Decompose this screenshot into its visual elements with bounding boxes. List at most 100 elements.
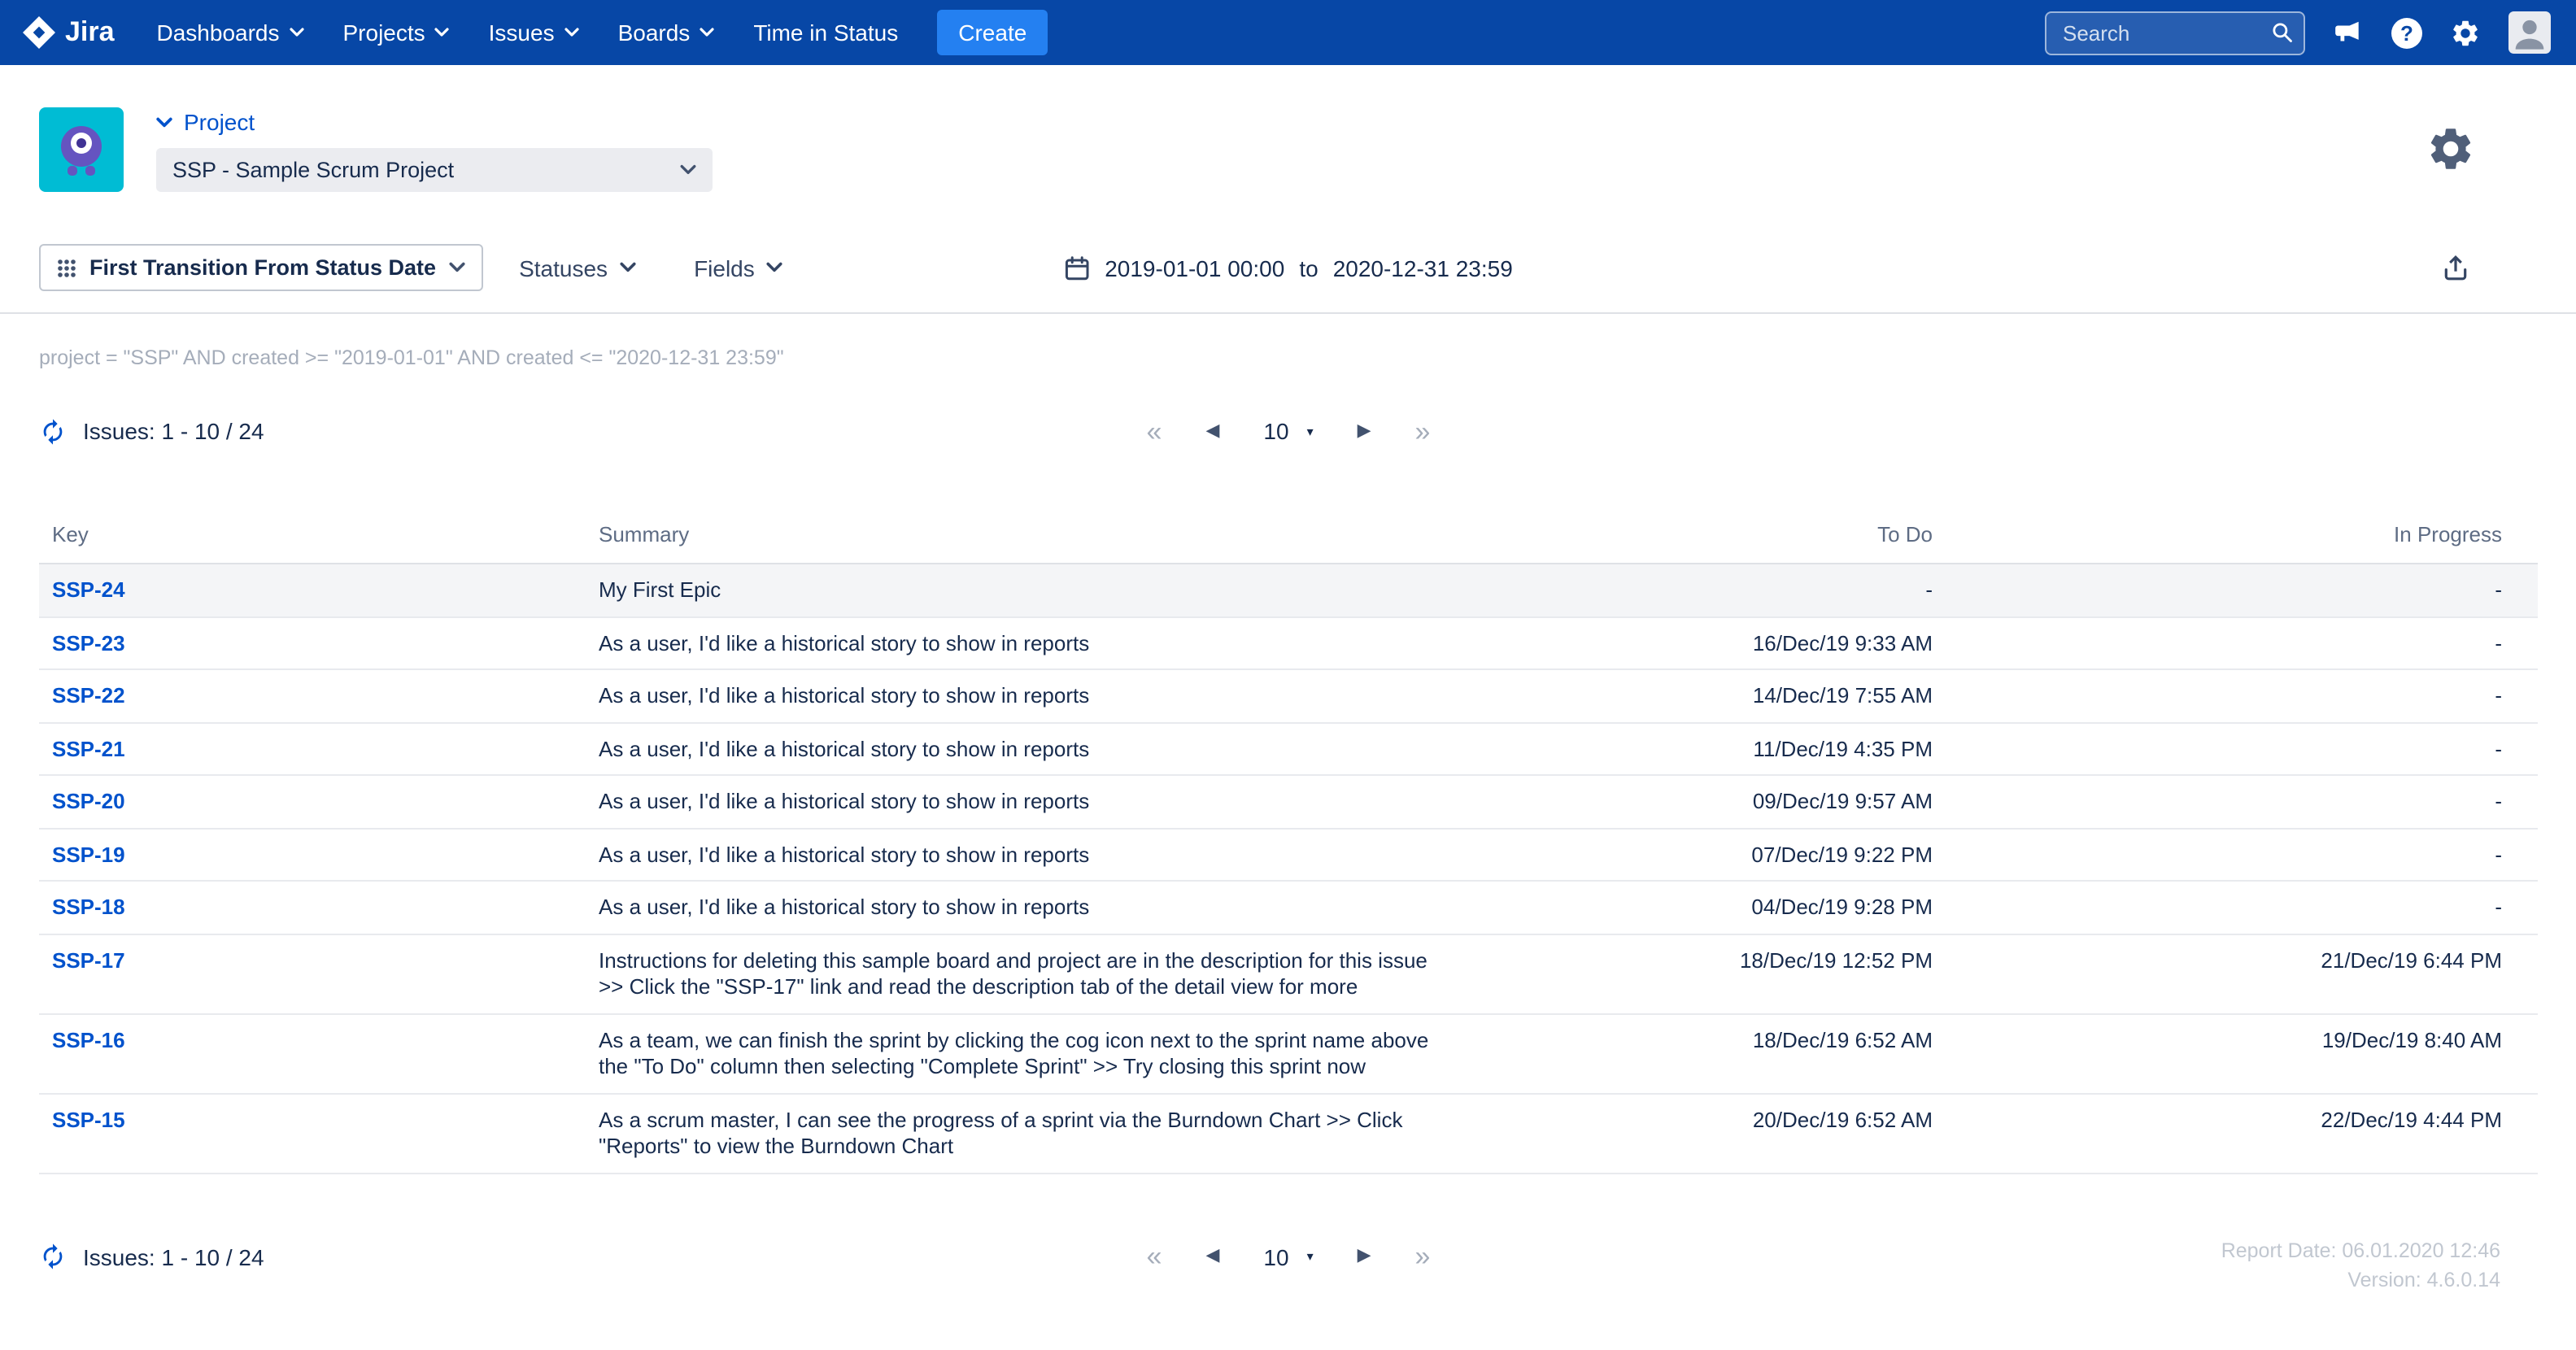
pagination: « ◀ 10 ▾ ▶ » <box>1147 417 1431 445</box>
todo-date: - <box>1448 564 1933 616</box>
inprogress-date: 22/Dec/19 4:44 PM <box>1933 1093 2538 1173</box>
issue-summary: As a user, I'd like a historical story t… <box>586 828 1448 881</box>
issue-key-link[interactable]: SSP-21 <box>52 736 125 760</box>
create-button[interactable]: Create <box>937 10 1048 55</box>
nav-right-cluster: ? <box>2045 11 2551 54</box>
refresh-icon[interactable] <box>39 1243 67 1270</box>
calendar-icon <box>1064 255 1090 281</box>
issue-key-link[interactable]: SSP-22 <box>52 683 125 708</box>
column-header-summary[interactable]: Summary <box>586 512 1448 564</box>
table-header-row: Key Summary To Do In Progress <box>39 512 2538 564</box>
first-page-button[interactable]: « <box>1147 1243 1162 1270</box>
inprogress-date: - <box>1933 669 2538 722</box>
issue-key-link[interactable]: SSP-20 <box>52 789 125 813</box>
todo-date: 11/Dec/19 4:35 PM <box>1448 722 1933 775</box>
report-type-dropdown[interactable]: First Transition From Status Date <box>39 244 483 291</box>
issue-key-link[interactable]: SSP-15 <box>52 1107 125 1131</box>
issue-key-link[interactable]: SSP-16 <box>52 1027 125 1052</box>
date-from: 2019-01-01 00:00 <box>1105 255 1284 281</box>
todo-date: 18/Dec/19 6:52 AM <box>1448 1013 1933 1093</box>
pagination: « ◀ 10 ▾ ▶ » <box>1147 1243 1431 1270</box>
page-size-select[interactable]: 10 ▾ <box>1263 1243 1313 1269</box>
todo-date: 04/Dec/19 9:28 PM <box>1448 881 1933 934</box>
nav-item-boards[interactable]: Boards <box>599 0 734 65</box>
caret-down-icon: ▾ <box>1307 424 1314 438</box>
statuses-dropdown[interactable]: Statuses <box>519 255 635 281</box>
column-header-todo[interactable]: To Do <box>1448 512 1933 564</box>
user-avatar[interactable] <box>2508 11 2551 54</box>
report-meta: Report Date: 06.01.2020 12:46 Version: 4… <box>2221 1235 2500 1294</box>
issue-key-link[interactable]: SSP-19 <box>52 842 125 866</box>
project-meta: Project SSP - Sample Scrum Project <box>156 107 713 192</box>
todo-date: 07/Dec/19 9:22 PM <box>1448 828 1933 881</box>
feedback-megaphone-icon[interactable] <box>2333 17 2364 48</box>
inprogress-date: 21/Dec/19 6:44 PM <box>1933 934 2538 1013</box>
column-header-key[interactable]: Key <box>39 512 586 564</box>
issue-key-cell: SSP-24 <box>39 564 586 616</box>
project-select-value: SSP - Sample Scrum Project <box>172 158 454 182</box>
issue-key-link[interactable]: SSP-23 <box>52 630 125 655</box>
last-page-button[interactable]: » <box>1415 1243 1431 1270</box>
issue-key-link[interactable]: SSP-24 <box>52 577 125 602</box>
issues-count-label: Issues: 1 - 10 / 24 <box>83 1243 264 1269</box>
issues-count: Issues: 1 - 10 / 24 <box>39 417 264 445</box>
report-type-label: First Transition From Status Date <box>89 255 436 280</box>
issues-table-body: SSP-24My First Epic--SSP-23As a user, I'… <box>39 564 2538 1173</box>
table-row: SSP-19 As a user, I'd like a historical s… <box>39 828 2538 881</box>
prev-page-button[interactable]: ◀ <box>1205 422 1219 440</box>
project-avatar[interactable] <box>39 107 124 200</box>
issue-key-cell: SSP-17 <box>39 934 586 1013</box>
brand-name: Jira <box>65 16 115 49</box>
nav-item-time-in-status[interactable]: Time in Status <box>734 0 918 65</box>
issue-summary: Instructions for deleting this sample bo… <box>586 934 1448 1013</box>
search-box[interactable] <box>2045 11 2305 54</box>
last-page-button[interactable]: » <box>1415 417 1431 445</box>
column-header-inprogress[interactable]: In Progress <box>1933 512 2538 564</box>
issue-key-link[interactable]: SSP-18 <box>52 895 125 919</box>
chevron-down-icon <box>680 164 696 176</box>
nav-item-projects[interactable]: Projects <box>324 0 469 65</box>
issue-key-cell: SSP-18 <box>39 881 586 934</box>
fields-dropdown[interactable]: Fields <box>694 255 782 281</box>
statuses-label: Statuses <box>519 255 608 281</box>
issue-key-link[interactable]: SSP-17 <box>52 947 125 972</box>
issue-summary: As a team, we can finish the sprint by c… <box>586 1013 1448 1093</box>
issue-summary: My First Epic <box>586 564 1448 616</box>
project-header: Project SSP - Sample Scrum Project <box>0 65 2576 200</box>
inprogress-date: - <box>1933 564 2538 616</box>
page-size-select[interactable]: 10 ▾ <box>1263 418 1313 444</box>
date-to: 2020-12-31 23:59 <box>1333 255 1513 281</box>
table-row: SSP-15As a scrum master, I can see the p… <box>39 1093 2538 1173</box>
refresh-icon[interactable] <box>39 417 67 445</box>
chevron-down-icon <box>290 28 304 37</box>
admin-gear-icon[interactable] <box>2450 17 2481 48</box>
help-icon[interactable]: ? <box>2391 17 2422 48</box>
export-icon[interactable] <box>2442 254 2469 281</box>
next-page-button[interactable]: ▶ <box>1358 1248 1371 1265</box>
table-row: SSP-22As a user, I'd like a historical s… <box>39 669 2538 722</box>
project-breadcrumb[interactable]: Project <box>156 109 713 135</box>
chevron-down-icon <box>700 28 714 37</box>
jira-logo[interactable]: Jira <box>23 16 115 49</box>
settings-gear-icon[interactable] <box>2426 124 2476 182</box>
caret-down-icon: ▾ <box>1307 1249 1314 1264</box>
search-input[interactable] <box>2045 11 2305 54</box>
next-page-button[interactable]: ▶ <box>1358 422 1371 440</box>
table-row: SSP-18As a user, I'd like a historical s… <box>39 881 2538 934</box>
search-icon[interactable] <box>2271 20 2294 43</box>
nav-item-dashboards[interactable]: Dashboards <box>137 0 324 65</box>
issue-key-cell: SSP-22 <box>39 669 586 722</box>
first-page-button[interactable]: « <box>1147 417 1162 445</box>
date-range-picker[interactable]: 2019-01-01 00:00 to 2020-12-31 23:59 <box>1064 255 1513 281</box>
issue-summary: As a user, I'd like a historical story t… <box>586 722 1448 775</box>
nav-item-label: Projects <box>343 20 425 46</box>
fields-label: Fields <box>694 255 755 281</box>
chevron-down-icon <box>156 116 172 128</box>
prev-page-button[interactable]: ◀ <box>1205 1248 1219 1265</box>
table-row: SSP-17 Instructions for deleting this sam… <box>39 934 2538 1013</box>
page-size-value: 10 <box>1263 1243 1288 1269</box>
nav-item-issues[interactable]: Issues <box>469 0 599 65</box>
project-select[interactable]: SSP - Sample Scrum Project <box>156 148 713 192</box>
nav-item-label: Issues <box>489 20 555 46</box>
report-toolbar: First Transition From Status Date Status… <box>0 244 2576 291</box>
